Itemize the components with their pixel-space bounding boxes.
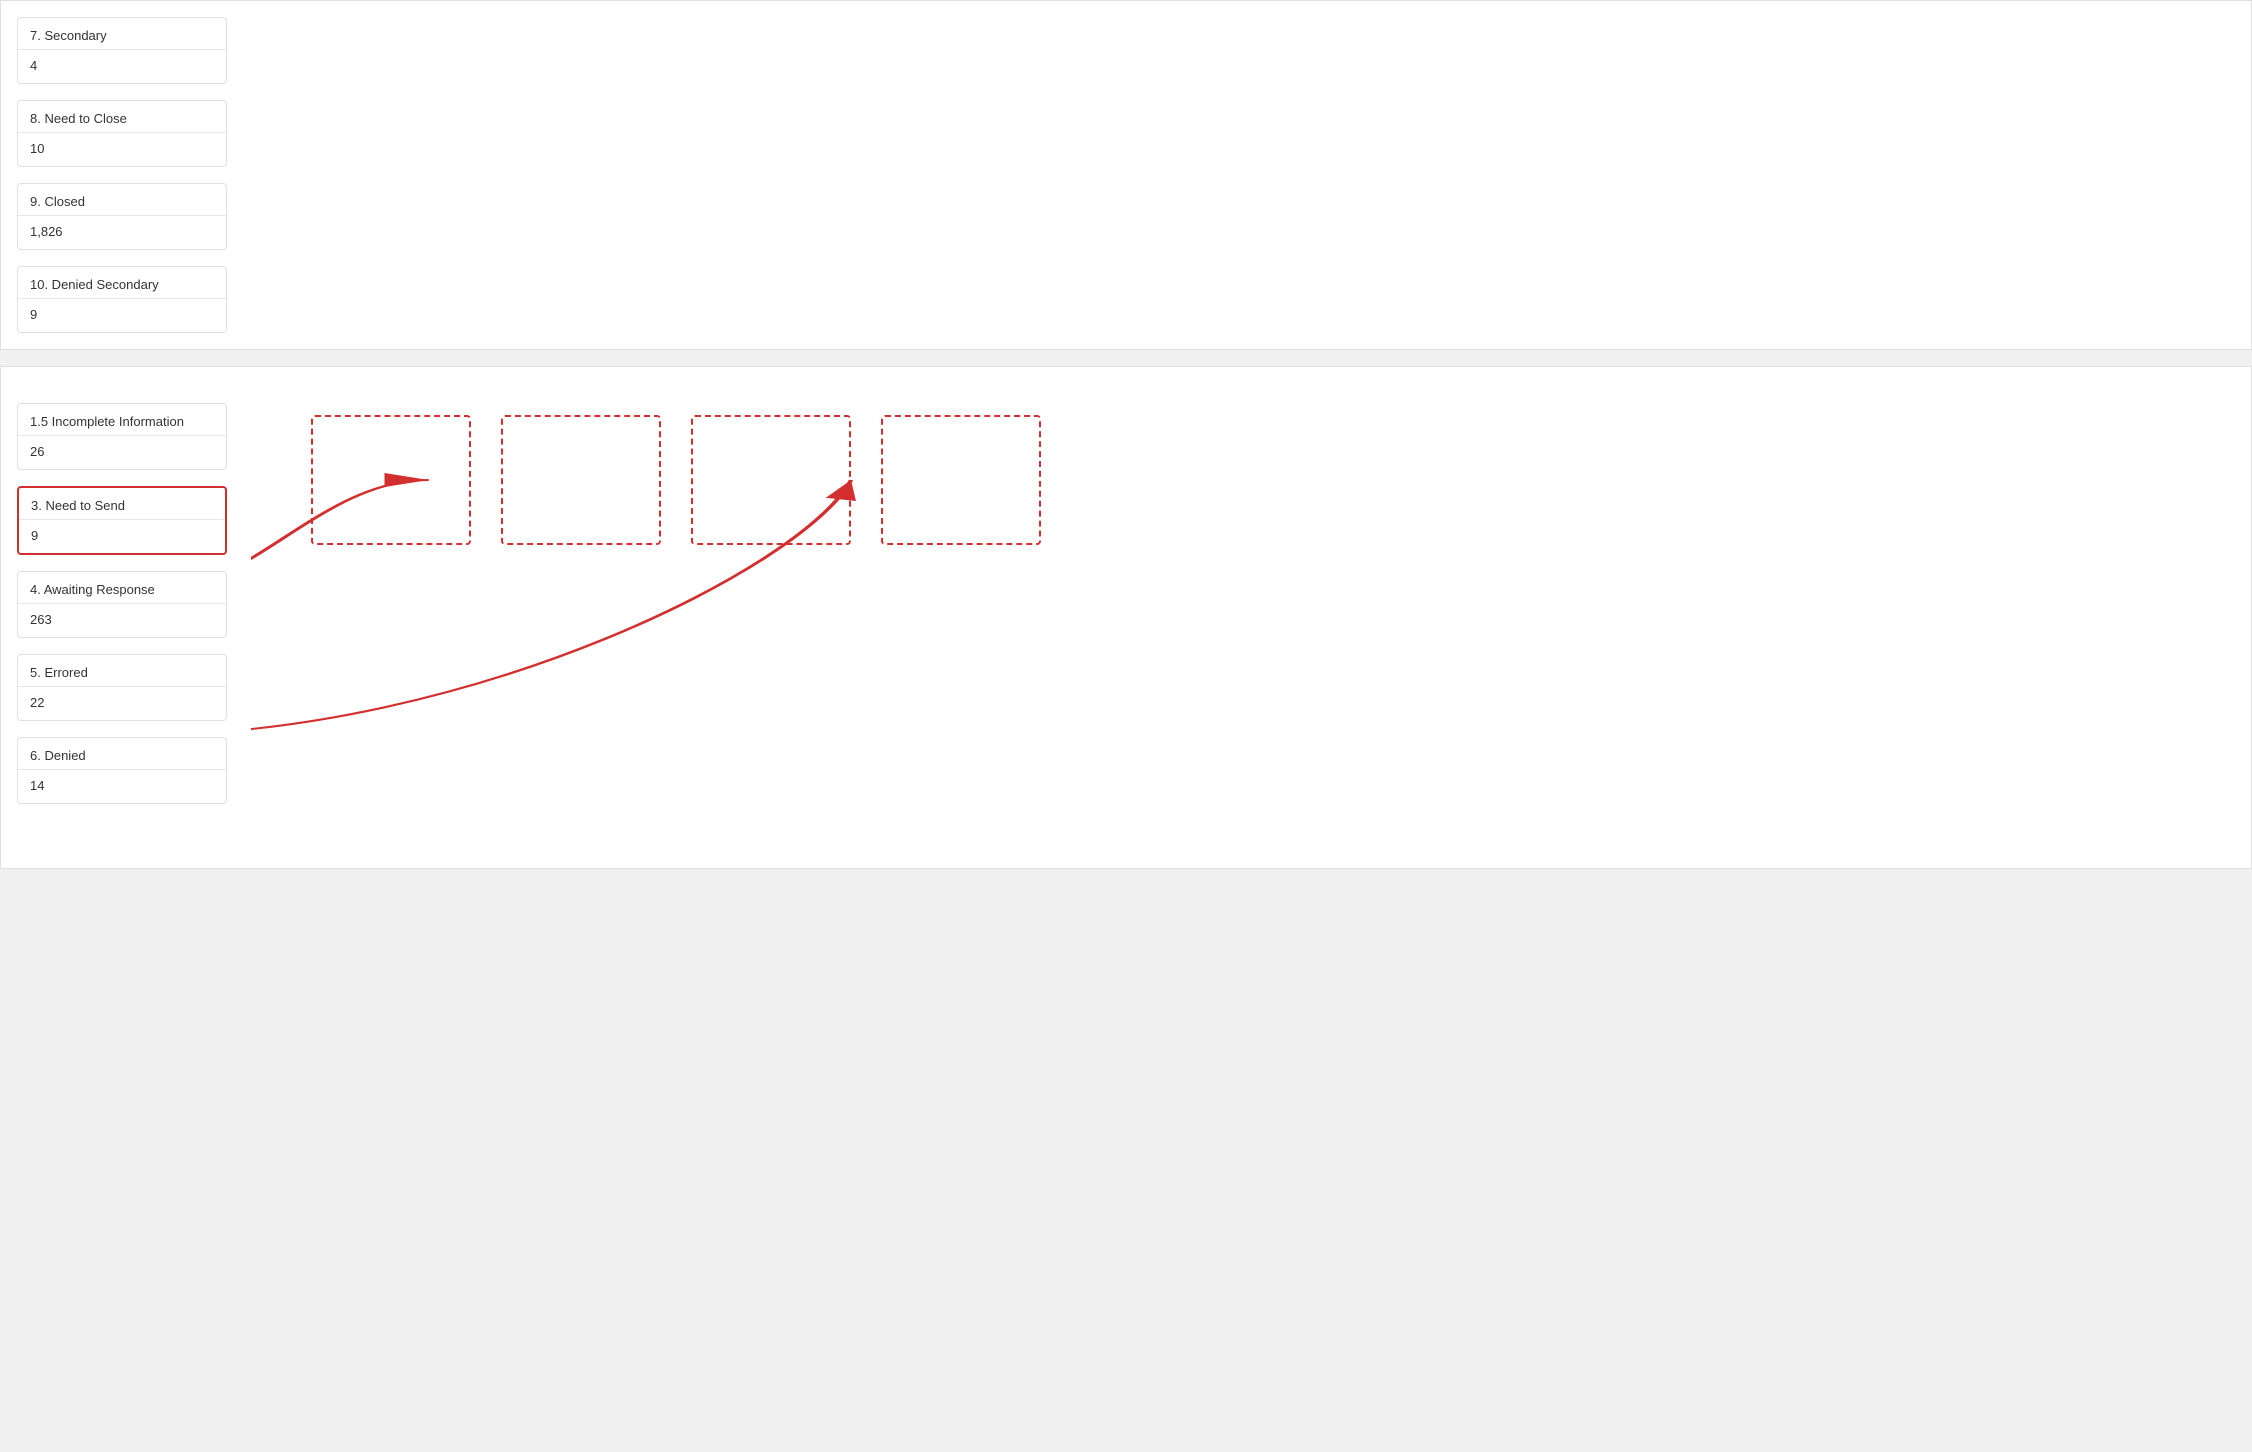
card-need-to-close[interactable]: 8. Need to Close 10	[17, 100, 227, 167]
top-cards: 7. Secondary 4 8. Need to Close 10 9. Cl…	[1, 1, 251, 349]
card-denied[interactable]: 6. Denied 14	[17, 737, 227, 804]
bottom-section: 1.5 Incomplete Information 26 3. Need to…	[0, 366, 2252, 869]
card-awaiting-value: 263	[18, 604, 226, 637]
card-need-to-send[interactable]: 3. Need to Send 9	[17, 486, 227, 555]
card-need-to-close-title: 8. Need to Close	[18, 101, 226, 133]
card-closed-value: 1,826	[18, 216, 226, 249]
card-need-to-close-value: 10	[18, 133, 226, 166]
card-errored[interactable]: 5. Errored 22	[17, 654, 227, 721]
card-incomplete-title: 1.5 Incomplete Information	[18, 404, 226, 436]
card-incomplete-value: 26	[18, 436, 226, 469]
dbox-3	[691, 415, 851, 545]
dashed-area	[251, 395, 2251, 795]
dbox-1	[311, 415, 471, 545]
card-closed-title: 9. Closed	[18, 184, 226, 216]
card-need-to-send-value: 9	[19, 520, 225, 553]
card-incomplete[interactable]: 1.5 Incomplete Information 26	[17, 403, 227, 470]
card-errored-value: 22	[18, 687, 226, 720]
card-secondary-value: 4	[18, 50, 226, 83]
card-denied-secondary-title: 10. Denied Secondary	[18, 267, 226, 299]
card-errored-title: 5. Errored	[18, 655, 226, 687]
bottom-content: 1.5 Incomplete Information 26 3. Need to…	[1, 379, 2251, 828]
card-secondary[interactable]: 7. Secondary 4	[17, 17, 227, 84]
card-closed[interactable]: 9. Closed 1,826	[17, 183, 227, 250]
card-awaiting[interactable]: 4. Awaiting Response 263	[17, 571, 227, 638]
card-secondary-title: 7. Secondary	[18, 18, 226, 50]
top-section: 7. Secondary 4 8. Need to Close 10 9. Cl…	[0, 0, 2252, 350]
dbox-2	[501, 415, 661, 545]
card-awaiting-title: 4. Awaiting Response	[18, 572, 226, 604]
page-wrapper: 7. Secondary 4 8. Need to Close 10 9. Cl…	[0, 0, 2252, 1452]
section-label	[1, 367, 2251, 379]
dbox-4	[881, 415, 1041, 545]
card-denied-value: 14	[18, 770, 226, 803]
card-need-to-send-title: 3. Need to Send	[19, 488, 225, 520]
card-denied-title: 6. Denied	[18, 738, 226, 770]
bottom-cards: 1.5 Incomplete Information 26 3. Need to…	[1, 395, 251, 812]
card-denied-secondary[interactable]: 10. Denied Secondary 9	[17, 266, 227, 333]
card-denied-secondary-value: 9	[18, 299, 226, 332]
